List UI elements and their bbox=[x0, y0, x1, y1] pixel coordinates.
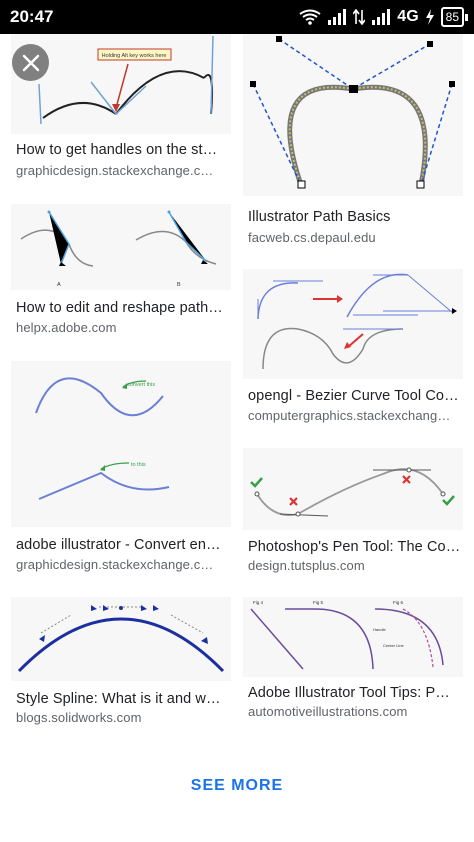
center-line-label: Center Line bbox=[383, 643, 404, 648]
close-icon bbox=[22, 54, 39, 71]
figure-label-4: Fig 4 bbox=[253, 600, 264, 605]
result-thumbnail[interactable]: convert this to this bbox=[11, 361, 231, 527]
result-thumbnail[interactable] bbox=[11, 597, 231, 681]
result-thumbnail[interactable] bbox=[243, 448, 463, 530]
wifi-icon bbox=[299, 9, 321, 25]
result-card[interactable]: Style Spline: What is it and w… blogs.so… bbox=[11, 597, 231, 732]
spline-illustration bbox=[17, 605, 225, 673]
result-site: helpx.adobe.com bbox=[16, 320, 117, 335]
status-bar: 20:47 4G 85 bbox=[0, 0, 474, 34]
result-title[interactable]: opengl - Bezier Curve Tool Co… bbox=[248, 388, 463, 404]
result-card[interactable]: opengl - Bezier Curve Tool Co… computerg… bbox=[243, 269, 463, 429]
handle-label: Handle bbox=[373, 627, 386, 632]
result-site: facweb.cs.depaul.edu bbox=[248, 230, 376, 245]
figure-label-5: Fig 5 bbox=[313, 600, 324, 605]
status-icons: 4G 85 bbox=[299, 5, 468, 29]
result-title[interactable]: Photoshop's Pen Tool: The Co… bbox=[248, 539, 463, 555]
result-card[interactable]: A B How to edit and reshape path… helpx.… bbox=[11, 204, 231, 344]
figure-label-b: B bbox=[177, 282, 181, 288]
result-thumbnail[interactable]: A B bbox=[11, 204, 231, 290]
result-thumbnail[interactable] bbox=[243, 34, 463, 196]
result-card[interactable]: Fig 4 Fig 5 Fig 6 Handle Center Line Ado… bbox=[243, 597, 463, 732]
result-site: automotiveillustrations.com bbox=[248, 704, 408, 719]
result-card[interactable]: Photoshop's Pen Tool: The Co… design.tut… bbox=[243, 448, 463, 578]
annotation-to-this: to this bbox=[131, 462, 146, 468]
result-thumbnail[interactable]: Fig 4 Fig 5 Fig 6 Handle Center Line bbox=[243, 597, 463, 677]
result-title[interactable]: adobe illustrator - Convert en… bbox=[16, 537, 231, 553]
result-site: computergraphics.stackexchang… bbox=[248, 408, 451, 423]
result-site: design.tutsplus.com bbox=[248, 558, 365, 573]
close-button[interactable] bbox=[12, 44, 49, 81]
result-title[interactable]: Style Spline: What is it and w… bbox=[16, 691, 231, 707]
result-card[interactable]: convert this to this adobe illustrator -… bbox=[11, 361, 231, 576]
tool-tips-illustration: Fig 4 Fig 5 Fig 6 Handle Center Line bbox=[250, 600, 444, 670]
result-title[interactable]: Illustrator Path Basics bbox=[248, 209, 463, 225]
result-thumbnail[interactable] bbox=[243, 269, 463, 379]
network-type: 4G bbox=[397, 8, 419, 25]
clock: 20:47 bbox=[10, 7, 54, 26]
result-title[interactable]: How to get handles on the st… bbox=[16, 142, 231, 158]
path-illustration bbox=[250, 36, 455, 189]
annotation-label: Holding Alt key works here bbox=[102, 53, 167, 59]
charging-icon bbox=[425, 9, 434, 25]
see-more-button[interactable]: SEE MORE bbox=[0, 777, 474, 795]
result-site: graphicdesign.stackexchange.c… bbox=[16, 557, 214, 572]
result-site: graphicdesign.stackexchange.c… bbox=[16, 163, 214, 178]
figure-label-6: Fig 6 bbox=[393, 600, 404, 605]
bezier-illustration bbox=[257, 273, 457, 370]
reshape-illustration: A B bbox=[20, 210, 217, 288]
annotation-convert: convert this bbox=[127, 382, 155, 388]
result-title[interactable]: How to edit and reshape path… bbox=[16, 300, 231, 316]
data-arrows-icon bbox=[353, 9, 366, 25]
convert-illustration: convert this to this bbox=[35, 377, 170, 500]
figure-label-a: A bbox=[57, 282, 61, 288]
result-title[interactable]: Adobe Illustrator Tool Tips: P… bbox=[248, 685, 468, 701]
result-card[interactable]: Illustrator Path Basics facweb.cs.depaul… bbox=[243, 34, 463, 249]
result-site: blogs.solidworks.com bbox=[16, 710, 142, 725]
signal-icon bbox=[372, 9, 391, 25]
signal-icon bbox=[328, 9, 347, 25]
battery-icon: 85 bbox=[440, 7, 468, 27]
pen-tool-illustration bbox=[250, 467, 455, 517]
battery-level: 85 bbox=[440, 7, 464, 27]
